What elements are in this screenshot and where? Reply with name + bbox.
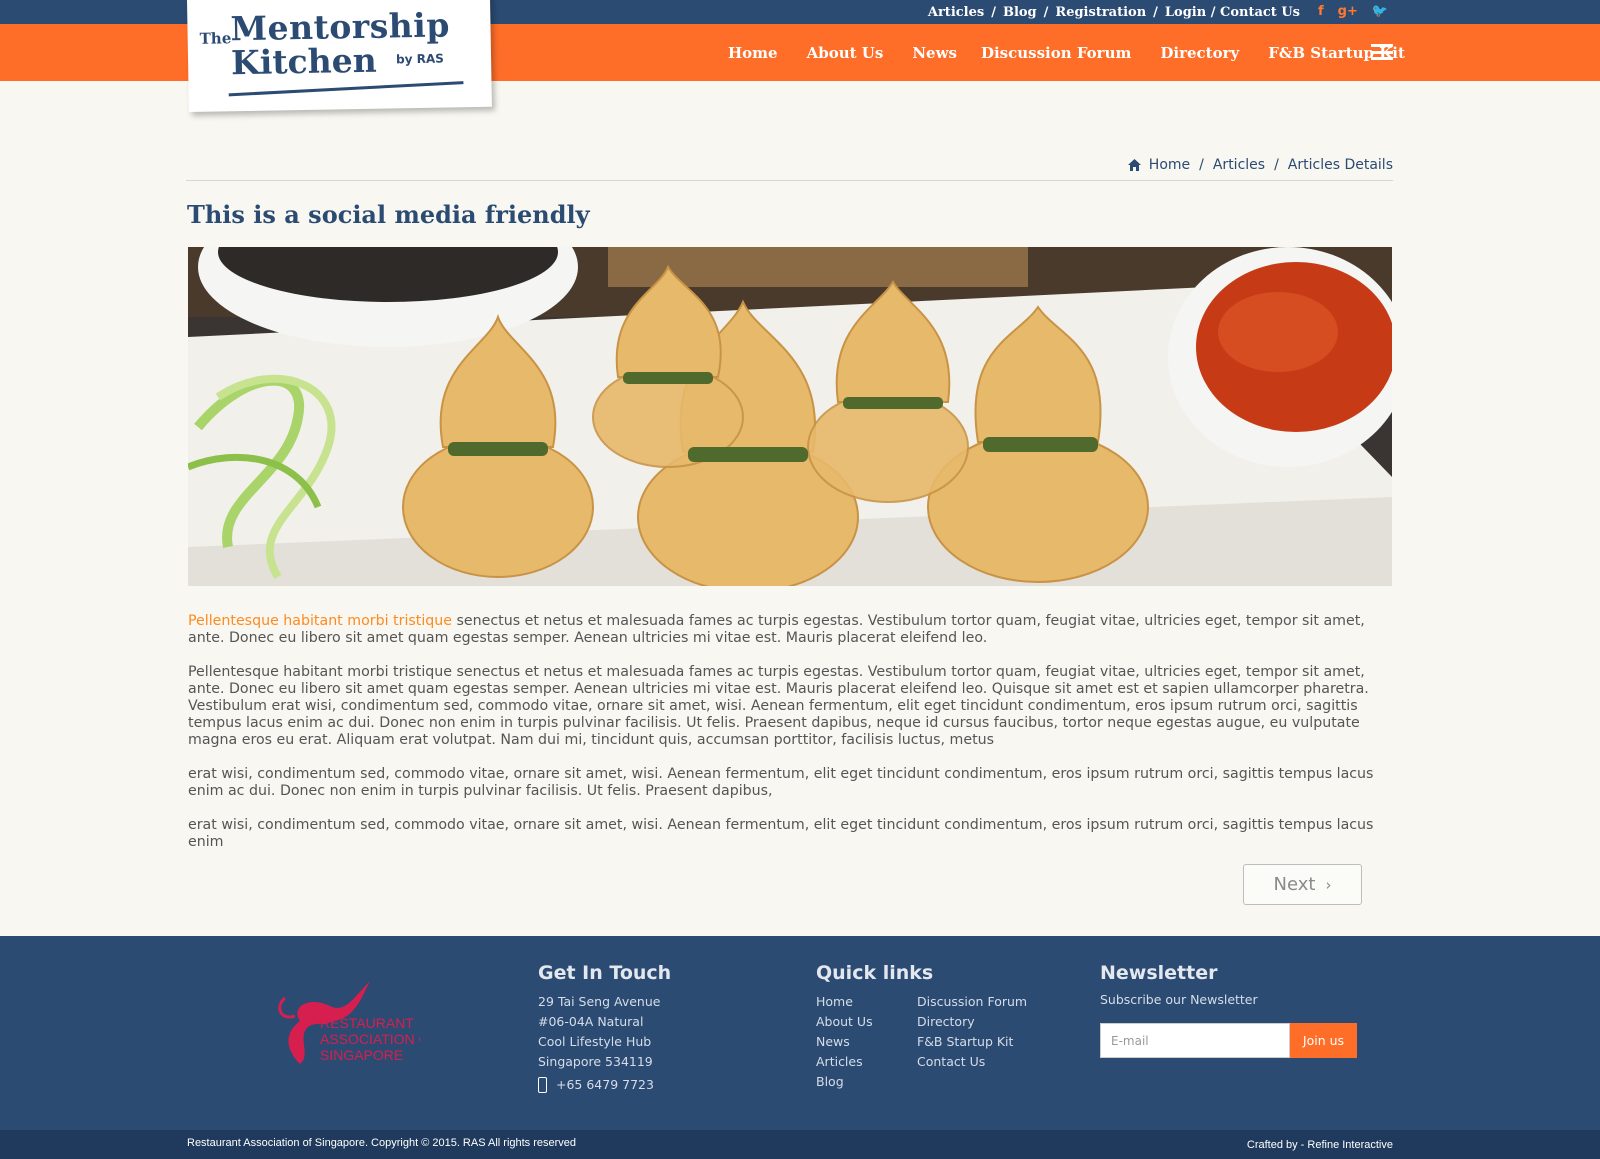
logo-underline — [228, 81, 464, 97]
top-link-articles[interactable]: Articles — [928, 5, 984, 20]
next-button[interactable]: Next › — [1243, 864, 1362, 905]
quick-link-contact[interactable]: Contact Us — [917, 1052, 1027, 1072]
footer-contact: Get In Touch 29 Tai Seng Avenue #06-04A … — [538, 962, 671, 1095]
site-logo[interactable]: The Mentorship Kitchen by RAS — [187, 0, 492, 112]
quick-link-news[interactable]: News — [816, 1032, 917, 1052]
article-title: This is a social media friendly — [187, 200, 590, 229]
nav-directory[interactable]: Directory — [1160, 44, 1239, 62]
top-link-registration[interactable]: Registration — [1055, 5, 1146, 20]
nav-home[interactable]: Home — [728, 44, 778, 62]
contact-phone: +65 6479 7723 — [538, 1075, 671, 1095]
newsletter-form: E-mail Join us — [1100, 1023, 1360, 1058]
breadcrumb-separator: / — [1274, 157, 1279, 173]
top-link-separator: / — [1153, 5, 1158, 20]
breadcrumb-current: Articles Details — [1287, 157, 1393, 173]
phone-icon — [538, 1077, 547, 1093]
breadcrumb-articles[interactable]: Articles — [1213, 157, 1265, 173]
twitter-icon[interactable]: 🐦 — [1372, 4, 1388, 19]
footer-newsletter: Newsletter Subscribe our Newsletter E-ma… — [1100, 962, 1360, 1058]
quick-link-directory[interactable]: Directory — [917, 1012, 1027, 1032]
quick-link-blog[interactable]: Blog — [816, 1072, 917, 1092]
newsletter-heading: Newsletter — [1100, 962, 1218, 984]
contact-address: Cool Lifestyle Hub — [538, 1034, 652, 1049]
social-links: f g+ 🐦 — [1318, 4, 1388, 19]
contact-address: Singapore 534119 — [538, 1054, 653, 1069]
copyright-text: Restaurant Association of Singapore. Cop… — [187, 1137, 577, 1149]
crafted-by-link[interactable]: Crafted by - Refine Interactive — [1247, 1139, 1393, 1151]
breadcrumb-divider — [186, 180, 1393, 181]
logo-line2: Kitchen — [230, 40, 377, 83]
menu-icon[interactable] — [1371, 44, 1393, 60]
nav-forum[interactable]: Discussion Forum — [981, 44, 1131, 62]
main-nav: Home About Us News Discussion Forum Dire… — [728, 44, 1434, 62]
breadcrumb-separator: / — [1199, 157, 1204, 173]
quick-link-about[interactable]: About Us — [816, 1012, 917, 1032]
contact-heading: Get In Touch — [538, 962, 672, 984]
ras-logo-line3: SINGAPORE — [320, 1047, 403, 1063]
ras-logo-line2: ASSOCIATION OF — [320, 1031, 420, 1047]
contact-address: 29 Tai Seng Avenue — [538, 994, 661, 1009]
newsletter-subtitle: Subscribe our Newsletter — [1100, 992, 1258, 1007]
chevron-right-icon: › — [1325, 875, 1332, 894]
article-hero-image — [188, 247, 1392, 586]
article-paragraph: erat wisi, condimentum sed, commodo vita… — [188, 817, 1374, 850]
quick-link-articles[interactable]: Articles — [816, 1052, 917, 1072]
ras-logo-line1: RESTAURANT — [320, 1015, 414, 1031]
breadcrumb: Home / Articles / Articles Details — [1127, 157, 1393, 173]
breadcrumb-home[interactable]: Home — [1149, 157, 1190, 173]
top-links: Articles / Blog / Registration / Login /… — [928, 5, 1300, 20]
footer: RESTAURANT ASSOCIATION OF SINGAPORE Get … — [0, 936, 1600, 1130]
quick-links-heading: Quick links — [816, 962, 934, 984]
article-paragraph: Pellentesque habitant morbi tristique se… — [188, 613, 1393, 647]
top-link-separator: / — [991, 5, 996, 20]
google-plus-icon[interactable]: g+ — [1338, 4, 1358, 19]
bottom-bar: Restaurant Association of Singapore. Cop… — [0, 1130, 1600, 1159]
quick-link-startup-kit[interactable]: F&B Startup Kit — [917, 1032, 1027, 1052]
article-highlight: Pellentesque habitant morbi tristique — [188, 613, 453, 629]
home-icon — [1127, 159, 1141, 171]
ras-logo[interactable]: RESTAURANT ASSOCIATION OF SINGAPORE — [270, 976, 420, 1076]
article-paragraph: erat wisi, condimentum sed, commodo vita… — [188, 766, 1374, 799]
article-body: Pellentesque habitant morbi tristique se… — [188, 613, 1393, 868]
nav-about[interactable]: About Us — [807, 44, 884, 62]
quick-link-forum[interactable]: Discussion Forum — [917, 992, 1027, 1012]
contact-address: #06-04A Natural — [538, 1014, 644, 1029]
top-link-blog[interactable]: Blog — [1003, 5, 1037, 20]
facebook-icon[interactable]: f — [1318, 4, 1324, 19]
logo-the: The — [199, 29, 232, 48]
newsletter-email-input[interactable]: E-mail — [1100, 1023, 1290, 1058]
newsletter-join-button[interactable]: Join us — [1290, 1023, 1357, 1058]
logo-by: by RAS — [395, 51, 444, 67]
nav-news[interactable]: News — [912, 44, 957, 62]
contact-phone-number: +65 6479 7723 — [556, 1077, 654, 1092]
top-link-login-contact[interactable]: Login / Contact Us — [1165, 5, 1300, 20]
article-paragraph: Pellentesque habitant morbi tristique se… — [188, 664, 1369, 748]
top-link-separator: / — [1043, 5, 1049, 20]
next-label: Next — [1273, 874, 1316, 895]
quick-link-home[interactable]: Home — [816, 992, 917, 1012]
footer-quick-links: Quick links Home About Us News Articles … — [816, 962, 1027, 1092]
